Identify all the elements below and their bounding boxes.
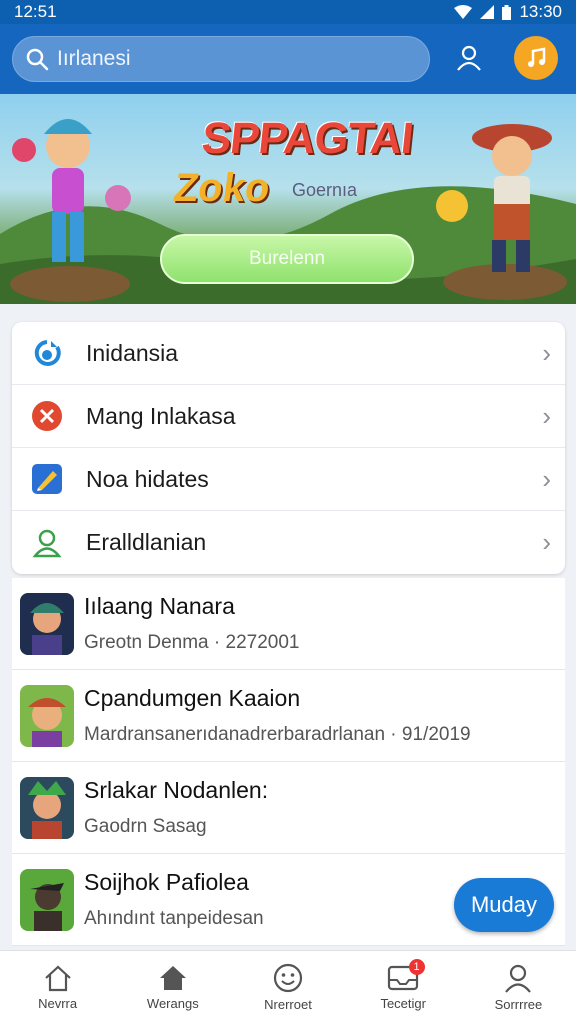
music-note-icon — [528, 47, 546, 67]
menu-card: Inidansia › Mang Inlakasa › Noa hidates … — [12, 322, 565, 574]
nav-label: Werangs — [146, 996, 199, 1011]
nav-item-4[interactable]: 1 Tecetigr — [346, 951, 461, 1024]
list-item-title: Soijhok Pafiolea — [84, 869, 249, 895]
app-bar — [0, 24, 576, 94]
menu-item-1[interactable]: Inidansia › — [12, 322, 565, 385]
home-outline-icon — [44, 965, 71, 992]
nav-item-3[interactable]: Nrerroet — [230, 951, 345, 1024]
cross-circle-icon — [30, 399, 64, 433]
list-item-subtitle: Ahındınt tanpeidesan — [84, 908, 264, 929]
search-input[interactable] — [57, 47, 397, 71]
chevron-right-icon: › — [542, 463, 551, 494]
list-item-title: Iılaang Nanara — [84, 593, 235, 619]
battery-icon — [502, 4, 512, 20]
menu-item-2[interactable]: Mang Inlakasa › — [12, 385, 565, 448]
chevron-right-icon: › — [542, 527, 551, 557]
list-item-title: Srlakar Nodanlen: — [84, 777, 269, 803]
list-item-subtitle: Mardransanerıdanadrerbaradrlanan · 91/20… — [84, 724, 471, 745]
search-bar[interactable] — [12, 36, 430, 82]
notification-badge: 1 — [408, 959, 425, 975]
promo-banner[interactable]: SPPAGTAI Zoko Goernıa Burelenn — [0, 94, 576, 304]
nav-item-1[interactable]: Nevrra — [0, 951, 115, 1024]
floating-action-button[interactable]: Muday — [454, 878, 554, 932]
smiley-icon — [273, 963, 303, 993]
list-item[interactable]: Cpandumgen Kaaion Mardransanerıdanadrerb… — [12, 670, 565, 762]
search-icon — [26, 48, 49, 71]
list-item-title: Cpandumgen Kaaion — [84, 685, 301, 711]
game-thumbnail — [20, 868, 74, 931]
menu-item-label: Eralldlanian — [86, 529, 207, 555]
nav-item-2[interactable]: Werangs — [115, 951, 230, 1024]
menu-item-4[interactable]: Eralldlanian › — [12, 511, 565, 574]
banner-action-button[interactable]: Burelenn — [160, 234, 414, 284]
nav-label: Nrerroet — [264, 997, 312, 1012]
list-item-subtitle: Gaodrn Sasag — [84, 816, 207, 837]
profile-icon — [505, 964, 532, 993]
list-item[interactable]: Srlakar Nodanlen: Gaodrn Sasag — [12, 762, 565, 854]
list-item-subtitle: Greotn Denma · 2272001 — [84, 632, 300, 653]
banner-title: SPPAGTAI — [199, 114, 416, 163]
menu-item-3[interactable]: Noa hidates › — [12, 448, 565, 511]
nav-label: Tecetigr — [380, 996, 426, 1011]
menu-item-label: Noa hidates — [86, 465, 209, 492]
home-filled-icon — [159, 966, 186, 990]
status-time-left: 12:51 — [14, 2, 57, 21]
game-thumbnail — [20, 684, 74, 747]
user-icon — [457, 45, 481, 71]
music-button[interactable] — [514, 36, 558, 80]
nav-label: Nevrra — [38, 996, 78, 1011]
chevron-right-icon: › — [542, 337, 551, 368]
bottom-navigation: Nevrra Werangs Nrerroet 1 Tecetigr Sorrr… — [0, 950, 576, 1024]
pencil-icon — [30, 462, 64, 496]
game-thumbnail — [20, 776, 74, 839]
swirl-icon — [30, 336, 64, 370]
banner-subtitle: Goernıa — [292, 180, 358, 200]
banner-logo-text: Zoko — [170, 166, 273, 210]
status-time-right: 13:30 — [519, 2, 562, 21]
list-item[interactable]: Iılaang Nanara Greotn Denma · 2272001 — [12, 578, 565, 670]
account-button[interactable] — [450, 38, 488, 78]
chevron-right-icon: › — [542, 400, 551, 431]
status-bar: 12:51 13:30 — [0, 0, 576, 24]
wifi-icon — [454, 5, 473, 19]
nav-item-5[interactable]: Sorrrree — [461, 951, 576, 1024]
person-outline-icon — [30, 526, 64, 560]
menu-item-label: Mang Inlakasa — [86, 402, 236, 429]
menu-item-label: Inidansia — [86, 339, 179, 366]
nav-label: Sorrrree — [494, 997, 543, 1012]
signal-icon — [480, 5, 495, 19]
game-thumbnail — [20, 592, 74, 655]
